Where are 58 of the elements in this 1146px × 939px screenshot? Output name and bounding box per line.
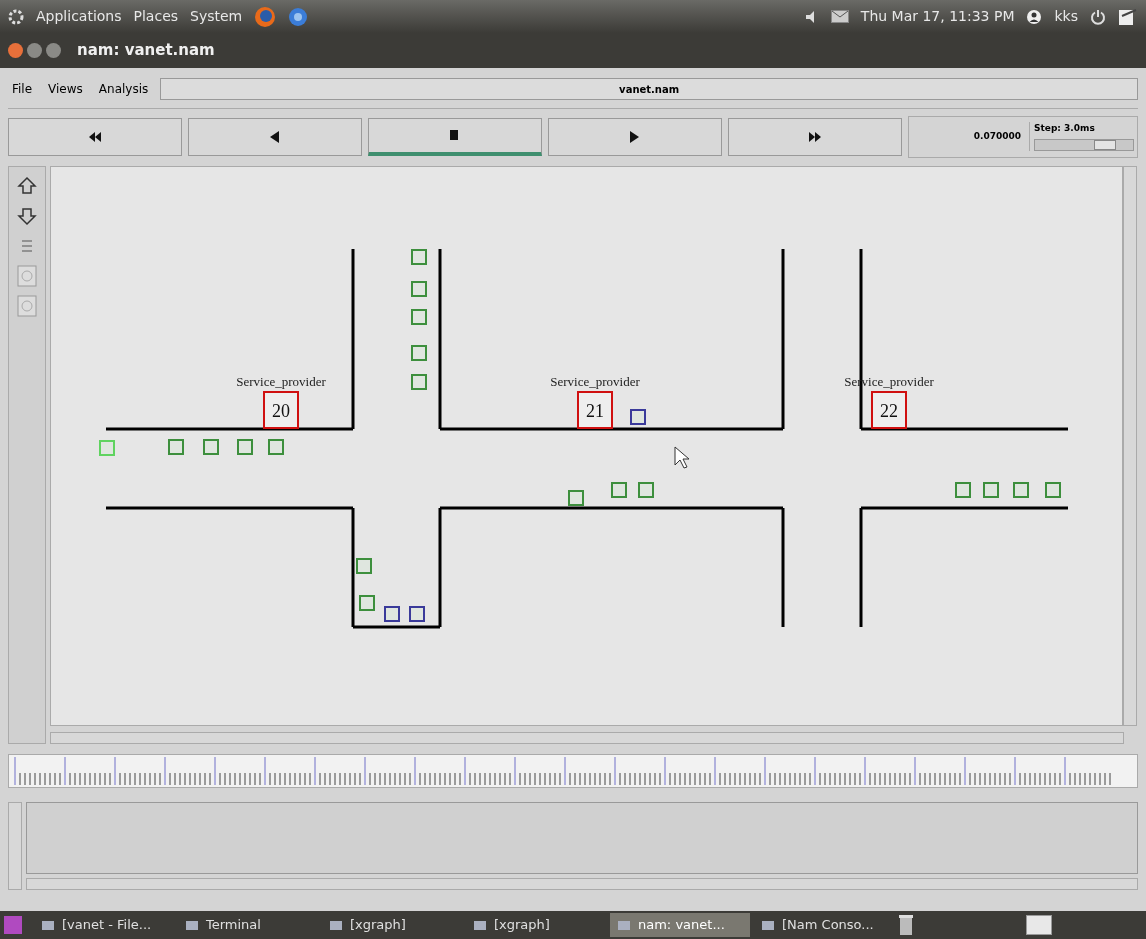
node-label: Service_provider xyxy=(550,374,640,389)
help-icon[interactable] xyxy=(288,6,309,27)
zoom-out-icon[interactable] xyxy=(17,205,37,227)
service-provider-node: 22 xyxy=(871,391,907,429)
vertical-scrollbar[interactable] xyxy=(8,802,22,890)
power-icon[interactable] xyxy=(1090,8,1106,25)
time-display: 0.070000 xyxy=(973,129,1021,143)
workspace-switcher[interactable] xyxy=(1026,915,1052,935)
gear-icon xyxy=(8,8,24,25)
window-icon xyxy=(330,920,342,930)
window-icon xyxy=(186,920,198,930)
service-provider-node: 20 xyxy=(263,391,299,429)
minimize-button[interactable] xyxy=(27,43,42,58)
window-icon xyxy=(474,920,486,930)
user-name[interactable]: kks xyxy=(1054,6,1078,27)
clock[interactable]: Thu Mar 17, 11:33 PM xyxy=(860,6,1015,27)
window-icon xyxy=(618,920,630,930)
fast-rewind-icon xyxy=(87,130,103,143)
panel-menu[interactable]: Applications xyxy=(36,6,122,27)
horizontal-scrollbar[interactable] xyxy=(50,732,1124,744)
menu-item[interactable]: Analysis xyxy=(94,80,153,98)
step-slider[interactable] xyxy=(1034,139,1134,152)
mail-icon[interactable] xyxy=(830,10,849,23)
window-title: nam: vanet.nam xyxy=(77,40,215,62)
vertical-scrollbar[interactable] xyxy=(1123,166,1137,726)
transport-button[interactable] xyxy=(548,117,722,156)
taskbar-item[interactable]: [xgraph] xyxy=(466,913,606,937)
horizontal-scrollbar[interactable] xyxy=(26,878,1138,890)
zoom-in-icon[interactable] xyxy=(17,175,37,197)
taskbar-item[interactable]: [vanet - File... xyxy=(34,913,174,937)
user-icon xyxy=(1026,8,1043,25)
menu-item[interactable]: Views xyxy=(44,80,87,98)
taskbar-item[interactable]: Terminal xyxy=(178,913,318,937)
step-label: Step: 3.0ms xyxy=(1034,121,1096,135)
transport-button[interactable] xyxy=(8,117,182,156)
cursor-icon xyxy=(674,446,690,469)
maximize-button[interactable] xyxy=(46,43,61,58)
transport-button[interactable] xyxy=(368,117,542,156)
slider-thumb[interactable] xyxy=(1093,140,1116,151)
node-label: Service_provider xyxy=(236,374,326,389)
globe-icon[interactable] xyxy=(254,5,277,28)
taskbar-item[interactable]: nam: vanet... xyxy=(610,913,750,937)
menu-item[interactable]: File xyxy=(8,80,37,98)
service-provider-node: 21 xyxy=(577,391,613,429)
taskbar-item[interactable]: [Nam Conso... xyxy=(754,913,894,937)
transport-button[interactable] xyxy=(728,117,902,156)
notes-icon[interactable] xyxy=(1118,7,1138,26)
close-button[interactable] xyxy=(8,43,23,58)
fast-forward-icon xyxy=(807,130,823,143)
window-icon xyxy=(762,920,774,930)
trash-icon[interactable] xyxy=(898,914,914,936)
taskbar-item[interactable]: [xgraph] xyxy=(322,913,462,937)
panel-menu[interactable]: Places xyxy=(133,6,179,27)
panel-menu[interactable]: System xyxy=(190,6,243,27)
window-icon xyxy=(42,920,54,930)
timeline-ruler[interactable] xyxy=(8,754,1138,788)
file-name-bar: vanet.nam xyxy=(160,78,1138,100)
transport-button[interactable] xyxy=(188,117,362,156)
